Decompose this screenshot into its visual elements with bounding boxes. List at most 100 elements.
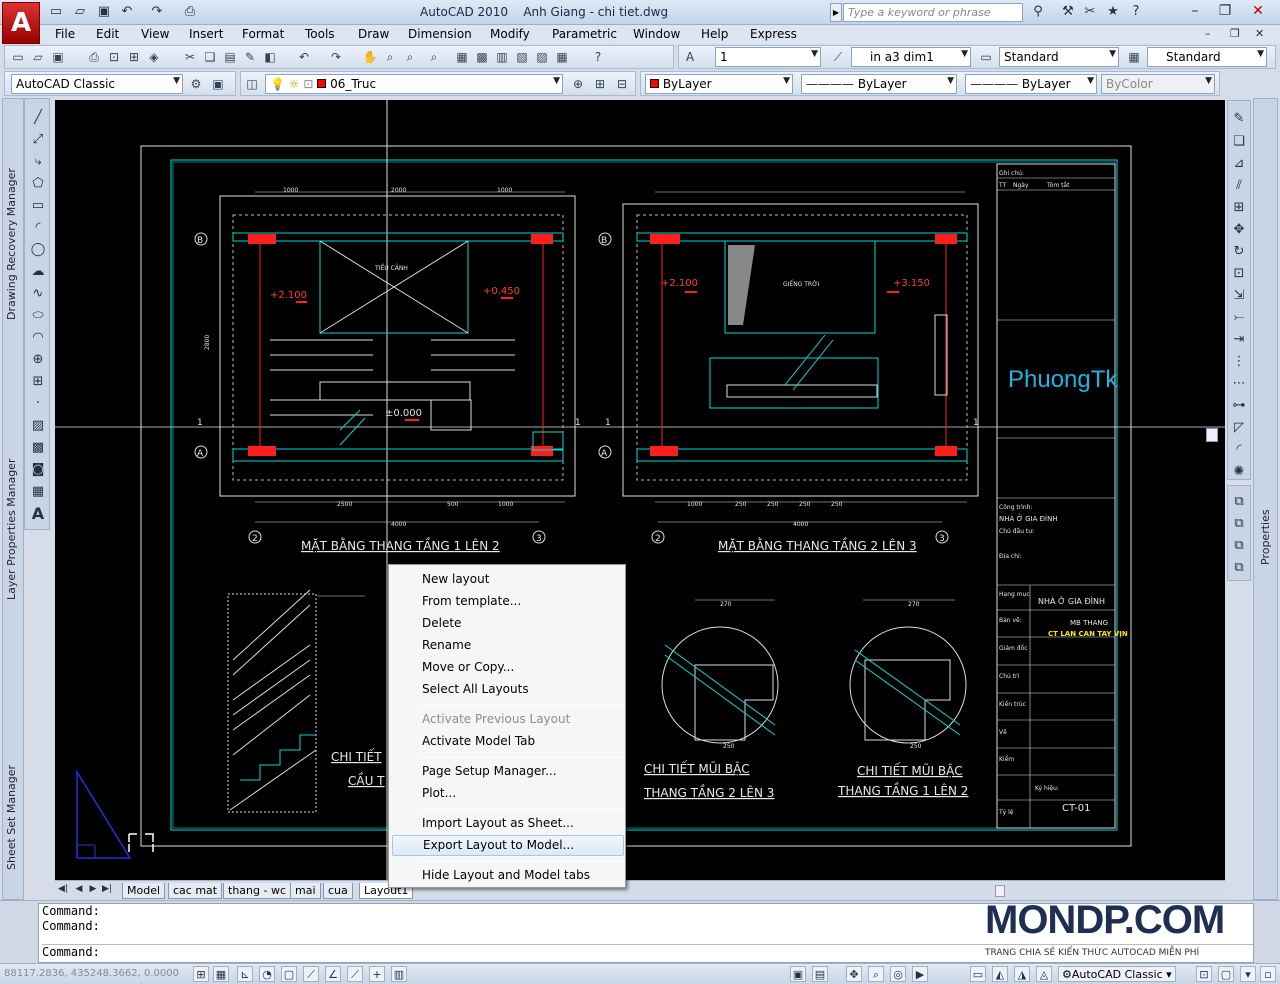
ellipse-arc-icon[interactable]: ◠ <box>28 329 48 347</box>
pan-status-icon[interactable]: ✥ <box>846 966 862 982</box>
last-tab-icon[interactable]: ▶| <box>101 884 113 898</box>
insert-block-icon[interactable]: ⊕ <box>28 351 48 369</box>
drawing-canvas[interactable]: TIỂU CẢNH +2.100 +0.450 ±0.000 1000 2000… <box>55 100 1225 880</box>
bring-above-icon[interactable]: ⧉ <box>1230 537 1248 555</box>
layer-manager-icon[interactable]: ◫ <box>243 75 261 93</box>
restore-icon[interactable]: ❐ <box>1215 3 1235 21</box>
lineweight-combo[interactable]: ———— ByLayer ▼ <box>965 74 1097 94</box>
coordinates-readout[interactable]: 88117.2836, 435248.3662, 0.0000 <box>4 968 179 979</box>
menu-insert[interactable]: Insert <box>189 27 223 41</box>
menu-express[interactable]: Express <box>750 27 797 41</box>
zoom-realtime-icon[interactable]: ⌕ <box>381 48 399 66</box>
annotation-scale-icon[interactable]: ◭ <box>992 966 1008 982</box>
workspace-switching[interactable]: ⚙AutoCAD Classic ▾ <box>1058 966 1176 982</box>
new-file-icon[interactable]: ▭ <box>46 3 66 21</box>
workspace-settings-icon[interactable]: ⚙ <box>187 75 205 93</box>
open-folder-icon[interactable]: ▱ <box>70 3 90 21</box>
copy-object-icon[interactable]: ❏ <box>1230 133 1248 151</box>
steering-wheel-icon[interactable]: ◎ <box>890 966 906 982</box>
search-input[interactable]: Type a keyword or phrase <box>843 3 1023 22</box>
menu-tools[interactable]: Tools <box>305 27 335 41</box>
undo-icon[interactable]: ↶ <box>117 3 137 21</box>
undo-toolbar-icon[interactable]: ↶ <box>295 48 313 66</box>
tab-mai[interactable]: mai <box>290 883 321 899</box>
tab-model[interactable]: Model <box>122 883 166 899</box>
array-icon[interactable]: ⊞ <box>1230 199 1248 217</box>
autocad-logo-icon[interactable]: A <box>2 2 40 44</box>
tab-thang-wc[interactable]: thang - wc <box>223 883 291 899</box>
properties-palette-tab[interactable]: Properties <box>1259 505 1272 565</box>
point-icon[interactable]: · <box>28 395 48 413</box>
cut-icon[interactable]: ✂ <box>181 48 199 66</box>
print-icon[interactable]: ⎙ <box>85 48 103 66</box>
spline-icon[interactable]: ∿ <box>28 285 48 303</box>
qnew-icon[interactable]: ▭ <box>9 48 27 66</box>
help-toolbar-icon[interactable]: ? <box>589 48 607 66</box>
text-style-icon[interactable]: A <box>681 48 699 66</box>
menu-draw[interactable]: Draw <box>358 27 389 41</box>
polyline-icon[interactable]: ⤷ <box>28 153 48 171</box>
rectangle-icon[interactable]: ▭ <box>28 197 48 215</box>
menu-select-all-layouts[interactable]: Select All Layouts <box>392 679 624 700</box>
drawing-recovery-manager-tab[interactable]: Drawing Recovery Manager <box>5 168 18 320</box>
pan-icon[interactable]: ✋ <box>361 48 379 66</box>
design-center-icon[interactable]: ▩ <box>473 48 491 66</box>
menu-move-or-copy[interactable]: Move or Copy... <box>392 657 624 678</box>
showmotion-icon[interactable]: ▶ <box>912 966 928 982</box>
wrench-icon[interactable]: ✂ <box>1080 3 1100 21</box>
3d-object-snap-icon[interactable]: ⟋ <box>303 966 319 982</box>
copy-icon[interactable]: ❏ <box>201 48 219 66</box>
join-icon[interactable]: ⊶ <box>1230 397 1248 415</box>
menu-import-layout-as-sheet[interactable]: Import Layout as Sheet... <box>392 813 624 834</box>
menu-new-layout[interactable]: New layout <box>392 569 624 590</box>
doc-restore-icon[interactable]: ❐ <box>1230 27 1240 40</box>
menu-view[interactable]: View <box>141 27 169 41</box>
rotate-icon[interactable]: ↻ <box>1230 243 1248 261</box>
object-snap-tracking-icon[interactable]: ∠ <box>325 966 341 982</box>
doc-close-icon[interactable]: ✕ <box>1255 27 1264 40</box>
plot-preview-icon[interactable]: ⊡ <box>105 48 123 66</box>
tab-cua[interactable]: cua <box>323 883 353 899</box>
layer-combo[interactable]: 💡 ☼ ⊡ 06_Truc ▼ <box>265 74 563 94</box>
clean-screen-icon[interactable]: ▫ <box>1260 966 1276 982</box>
zoom-status-icon[interactable]: ⌕ <box>868 966 884 982</box>
search-expand-icon[interactable]: ▶ <box>830 3 842 22</box>
toolbar-lock-icon[interactable]: ⊡ <box>1196 966 1212 982</box>
hatch-icon[interactable]: ▨ <box>28 417 48 435</box>
revcloud-icon[interactable]: ☁ <box>28 263 48 281</box>
paper-space-icon[interactable]: ▣ <box>790 966 806 982</box>
plot-icon[interactable]: ⎙ <box>180 3 200 21</box>
make-object-layer-current-icon[interactable]: ⊕ <box>569 75 587 93</box>
doc-minimize-icon[interactable]: – <box>1205 27 1211 40</box>
erase-icon[interactable]: ✎ <box>1230 110 1248 128</box>
dynamic-input-icon[interactable]: + <box>369 966 385 982</box>
horizontal-scroll-thumb[interactable] <box>995 885 1005 897</box>
sheet-set-manager-tab[interactable]: Sheet Set Manager <box>5 760 18 870</box>
match-properties-icon[interactable]: ✎ <box>241 48 259 66</box>
dynamic-ucs-icon[interactable]: ⟋ <box>347 966 363 982</box>
multiline-text-icon[interactable]: A <box>28 505 48 523</box>
redo-icon[interactable]: ↷ <box>147 3 167 21</box>
menu-activate-previous-layout[interactable]: Activate Previous Layout <box>392 709 624 730</box>
menu-format[interactable]: Format <box>242 27 284 41</box>
menu-rename[interactable]: Rename <box>392 635 624 656</box>
text-style-combo[interactable]: Standard ▼ <box>999 47 1119 67</box>
explode-icon[interactable]: ✺ <box>1230 463 1248 481</box>
region-icon[interactable]: ◙ <box>28 461 48 479</box>
properties-icon[interactable]: ▦ <box>453 48 471 66</box>
vertical-scroll-thumb[interactable] <box>1206 428 1218 442</box>
send-under-icon[interactable]: ⧉ <box>1230 559 1248 577</box>
menu-from-template[interactable]: From template... <box>392 591 624 612</box>
annotation-visibility-icon[interactable]: ◮ <box>1014 966 1030 982</box>
menu-plot[interactable]: Plot... <box>392 783 624 804</box>
sheet-set-icon[interactable]: ▧ <box>513 48 531 66</box>
help-icon[interactable]: ? <box>1126 3 1146 21</box>
layout-view-icon[interactable]: ▤ <box>812 966 828 982</box>
first-tab-icon[interactable]: ◀| <box>57 884 69 898</box>
arc-icon[interactable]: ◜ <box>28 219 48 237</box>
send-to-back-icon[interactable]: ⧉ <box>1230 515 1248 533</box>
chamfer-icon[interactable]: ◸ <box>1230 419 1248 437</box>
save-icon[interactable]: ▣ <box>94 3 114 21</box>
block-editor-icon[interactable]: ◧ <box>261 48 279 66</box>
3d-dwf-icon[interactable]: ◈ <box>145 48 163 66</box>
